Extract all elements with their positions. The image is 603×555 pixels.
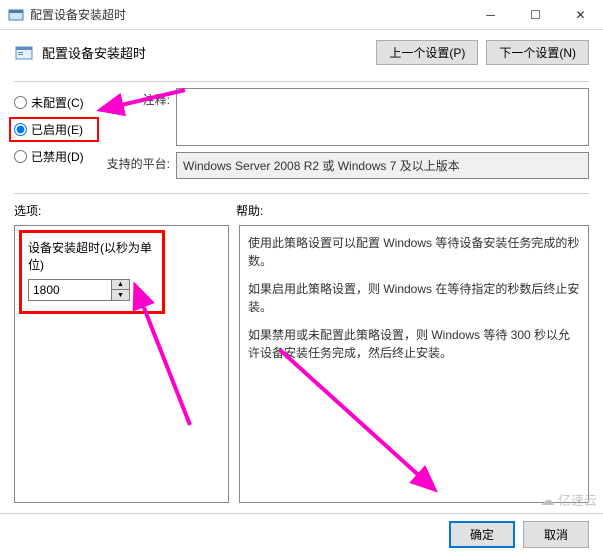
- timeout-label: 设备安装超时(以秒为单位): [28, 239, 156, 273]
- titlebar: 配置设备安装超时 ─ ☐ ✕: [0, 0, 603, 30]
- policy-icon: [14, 43, 34, 63]
- window-title: 配置设备安装超时: [30, 6, 468, 23]
- prev-setting-button[interactable]: 上一个设置(P): [376, 40, 478, 65]
- help-paragraph-3: 如果禁用或未配置此策略设置，则 Windows 等待 300 秒以允许设备安装任…: [248, 326, 580, 362]
- watermark: ☁ 亿速云: [540, 490, 597, 509]
- radio-not-configured-label: 未配置(C): [31, 94, 84, 111]
- radio-disabled-input[interactable]: [14, 150, 27, 163]
- option-highlight: 设备安装超时(以秒为单位) ▲ ▼: [19, 230, 165, 314]
- radio-not-configured[interactable]: 未配置(C): [14, 94, 94, 111]
- radio-enabled-label: 已启用(E): [31, 121, 83, 138]
- comment-row: 注释:: [104, 88, 589, 146]
- right-column: 注释: 支持的平台: Windows Server 2008 R2 或 Wind…: [104, 88, 589, 179]
- section-labels: 选项: 帮助:: [0, 200, 603, 225]
- radio-disabled-label: 已禁用(D): [31, 148, 84, 165]
- timeout-input[interactable]: [29, 280, 111, 300]
- options-panel: 设备安装超时(以秒为单位) ▲ ▼: [14, 225, 229, 503]
- comment-label: 注释:: [104, 88, 170, 108]
- comment-input[interactable]: [176, 88, 589, 146]
- platform-value: Windows Server 2008 R2 或 Windows 7 及以上版本: [176, 152, 589, 179]
- radio-column: 未配置(C) 已启用(E) 已禁用(D): [14, 88, 94, 179]
- minimize-button[interactable]: ─: [468, 0, 513, 29]
- spinner-buttons: ▲ ▼: [111, 280, 129, 300]
- subtitle-text: 配置设备安装超时: [42, 43, 368, 62]
- timeout-spinner[interactable]: ▲ ▼: [28, 279, 130, 301]
- options-label: 选项:: [14, 202, 236, 219]
- close-button[interactable]: ✕: [558, 0, 603, 29]
- spinner-down-icon[interactable]: ▼: [112, 290, 129, 300]
- cloud-icon: ☁: [540, 491, 555, 509]
- maximize-button[interactable]: ☐: [513, 0, 558, 29]
- help-label: 帮助:: [236, 202, 589, 219]
- radio-not-configured-input[interactable]: [14, 96, 27, 109]
- watermark-text: 亿速云: [558, 490, 597, 509]
- body-panels: 设备安装超时(以秒为单位) ▲ ▼ 使用此策略设置可以配置 Windows 等待…: [0, 225, 603, 503]
- help-panel: 使用此策略设置可以配置 Windows 等待设备安装任务完成的秒数。 如果启用此…: [239, 225, 589, 503]
- divider: [14, 193, 589, 194]
- divider: [14, 81, 589, 82]
- cancel-button[interactable]: 取消: [523, 521, 589, 548]
- help-paragraph-1: 使用此策略设置可以配置 Windows 等待设备安装任务完成的秒数。: [248, 234, 580, 270]
- spinner-up-icon[interactable]: ▲: [112, 280, 129, 290]
- radio-enabled[interactable]: 已启用(E): [9, 117, 99, 142]
- footer: 确定 取消: [0, 513, 603, 555]
- ok-button[interactable]: 确定: [449, 521, 515, 548]
- radio-disabled[interactable]: 已禁用(D): [14, 148, 94, 165]
- subtitle-row: 配置设备安装超时 上一个设置(P) 下一个设置(N): [0, 30, 603, 75]
- next-setting-button[interactable]: 下一个设置(N): [486, 40, 589, 65]
- window-controls: ─ ☐ ✕: [468, 0, 603, 29]
- config-area: 未配置(C) 已启用(E) 已禁用(D) 注释: 支持的平台: Windows …: [0, 88, 603, 187]
- help-paragraph-2: 如果启用此策略设置，则 Windows 在等待指定的秒数后终止安装。: [248, 280, 580, 316]
- radio-enabled-input[interactable]: [14, 123, 27, 136]
- platform-label: 支持的平台:: [104, 152, 170, 172]
- platform-row: 支持的平台: Windows Server 2008 R2 或 Windows …: [104, 152, 589, 179]
- window-policy-icon: [8, 7, 24, 23]
